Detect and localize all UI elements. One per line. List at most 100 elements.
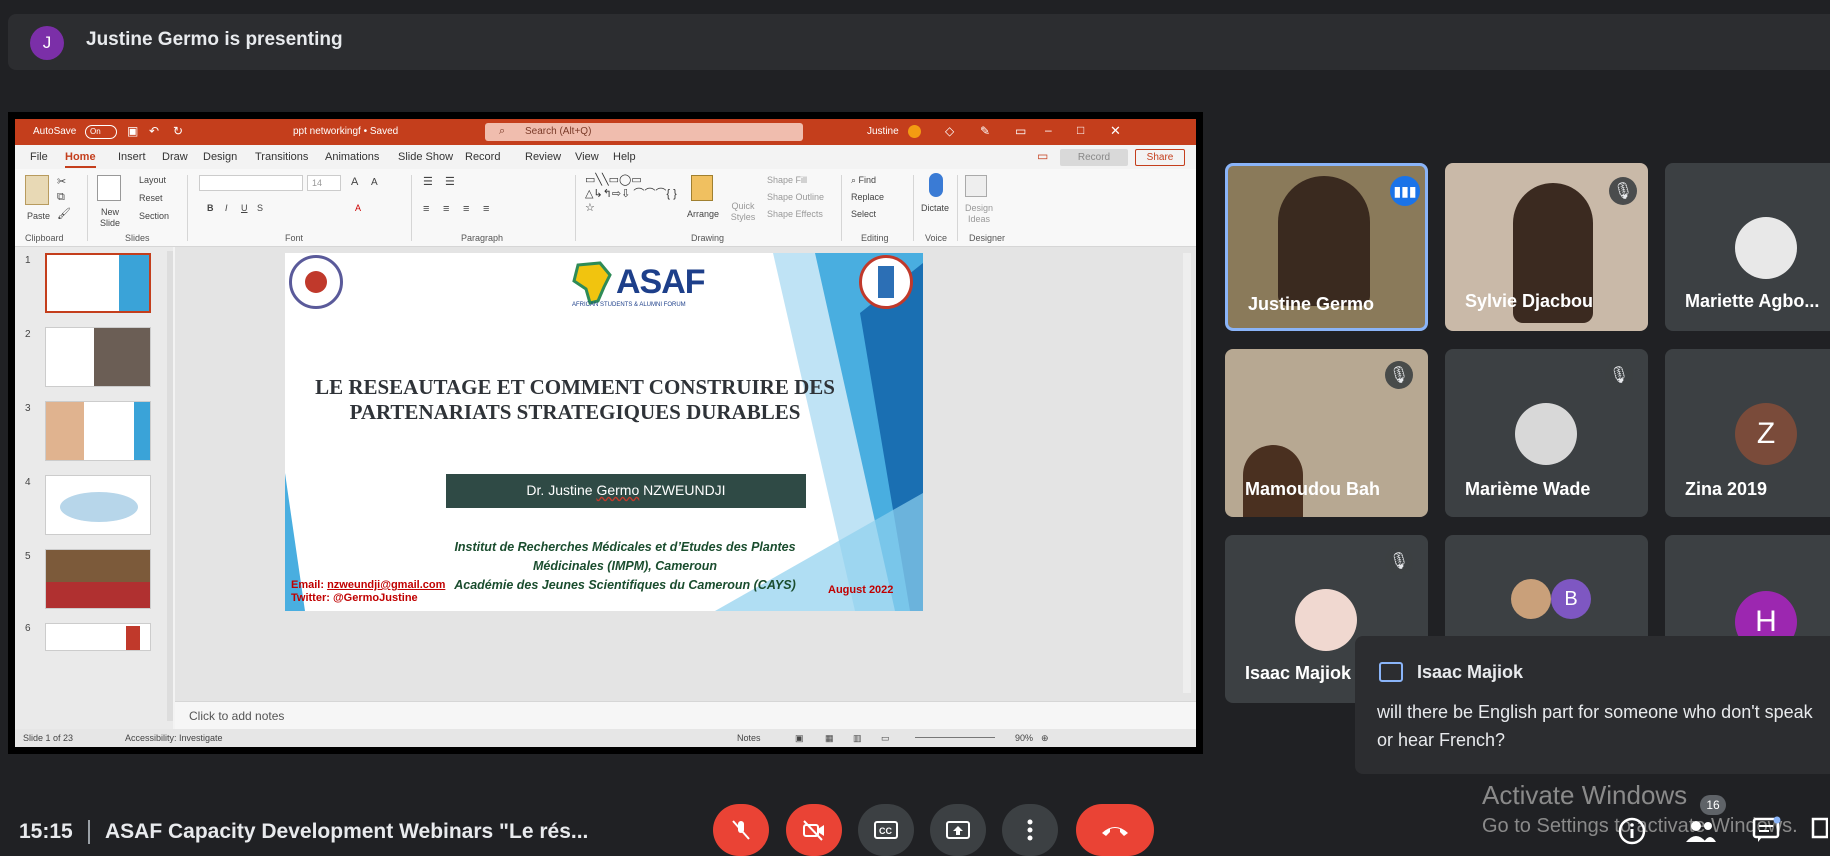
file-name[interactable]: ppt networkingf • Saved [293,126,398,137]
font-family-select[interactable] [199,175,303,191]
user-name[interactable]: Justine [867,126,899,137]
font-size-select[interactable]: 14 [307,175,341,191]
people-icon[interactable] [1684,818,1718,844]
normal-view-icon[interactable]: ▣ [795,733,804,744]
shape-effects-button[interactable]: Shape Effects [767,209,823,219]
participant-tile[interactable]: ▮▮▮ Justine Germo [1225,163,1428,331]
reading-view-icon[interactable]: ▥ [853,733,862,744]
bullets-icon[interactable]: ☰ [423,175,433,188]
align-right-icon[interactable]: ≡ [463,203,469,215]
participant-tile[interactable]: Z Zina 2019 [1665,349,1830,517]
comments-icon[interactable]: ▭ [1037,149,1048,163]
tab-design[interactable]: Design [203,151,237,163]
chat-notification[interactable]: Isaac Majiok will there be English part … [1355,636,1830,774]
tab-animations[interactable]: Animations [325,151,379,163]
tab-record[interactable]: Record [465,151,500,163]
minimize-icon[interactable]: – [1045,123,1052,137]
tab-draw[interactable]: Draw [162,151,188,163]
zoom-level[interactable]: 90% [1015,733,1033,743]
italic-icon[interactable]: I [225,203,228,213]
new-slide-label[interactable]: New Slide [95,207,125,229]
font-color-icon[interactable]: A [355,203,361,213]
captions-button[interactable]: CC [858,804,914,856]
slide-thumbnail[interactable] [45,549,151,609]
autosave-toggle[interactable]: On [85,125,117,139]
tab-home[interactable]: Home [65,151,96,168]
slide-thumbnail[interactable] [45,623,151,651]
mic-toggle-button[interactable] [713,804,769,856]
new-slide-icon[interactable] [97,175,121,201]
notes-toggle[interactable]: Notes [737,733,761,743]
save-icon[interactable]: ▣ [127,124,138,138]
slide-thumbnail[interactable] [45,253,151,313]
numbering-icon[interactable]: ☰ [445,175,455,188]
arrange-icon[interactable] [691,175,713,201]
decrease-font-icon[interactable]: A [371,177,378,188]
participant-tile[interactable]: Mariette Agbo... [1665,163,1830,331]
tab-review[interactable]: Review [525,151,561,163]
align-center-icon[interactable]: ≡ [443,203,449,215]
pen-icon[interactable]: ✎ [980,124,990,138]
accessibility-status[interactable]: Accessibility: Investigate [125,733,223,743]
slide-thumbnail[interactable] [45,401,151,461]
increase-font-icon[interactable]: A [351,176,358,188]
undo-icon[interactable]: ↶ [149,124,159,138]
design-ideas-icon[interactable] [965,175,987,197]
format-painter-icon[interactable]: 🖌 [57,207,71,220]
sorter-view-icon[interactable]: ▦ [825,733,834,744]
share-button[interactable]: Share [1135,149,1185,166]
leave-call-button[interactable] [1076,804,1154,856]
email-link[interactable]: nzweundji@gmail.com [327,579,445,591]
align-left-icon[interactable]: ≡ [423,203,429,215]
tab-file[interactable]: File [30,151,48,163]
participant-tile[interactable]: 🎙 Sylvie Djacbou [1445,163,1648,331]
paste-label[interactable]: Paste [27,211,50,221]
arrange-label[interactable]: Arrange [687,209,719,219]
thumbnail-scrollbar[interactable] [167,251,173,721]
paste-icon[interactable] [25,175,49,205]
participant-tile[interactable]: 🎙 Marième Wade [1445,349,1648,517]
cut-icon[interactable]: ✂ [57,175,66,188]
tab-insert[interactable]: Insert [118,151,146,163]
shape-outline-button[interactable]: Shape Outline [767,192,824,202]
redo-icon[interactable]: ↻ [173,124,183,138]
shapes-gallery[interactable]: ▭╲╲▭◯▭ △↳↰⇨⇩ ⌒⌒⌒{ }☆ [585,173,679,219]
present-button[interactable] [930,804,986,856]
shape-fill-button[interactable]: Shape Fill [767,175,807,185]
slideshow-view-icon[interactable]: ▭ [881,733,890,744]
participant-tile[interactable]: 🎙 Mamoudou Bah [1225,349,1428,517]
microphone-icon[interactable] [929,173,943,197]
find-button[interactable]: ⌕ Find [851,175,876,186]
dictate-label[interactable]: Dictate [921,203,949,213]
meeting-info-icon[interactable] [1617,816,1647,846]
tab-help[interactable]: Help [613,151,636,163]
fit-slide-icon[interactable]: ⊕ [1041,733,1049,744]
canvas-scrollbar[interactable] [1183,253,1191,693]
record-button[interactable]: Record [1060,149,1128,166]
bold-icon[interactable]: B [207,203,214,213]
close-icon[interactable]: ✕ [1110,123,1121,139]
current-slide[interactable]: ASAF AFRICAN STUDENTS & ALUMNI FORUM LE … [285,253,923,611]
diamond-icon[interactable]: ◇ [945,124,954,138]
ribbon-display-icon[interactable]: ▭ [1015,124,1026,138]
shadow-icon[interactable]: S [257,203,263,213]
zoom-slider[interactable] [915,737,995,738]
notes-pane[interactable]: Click to add notes [175,701,1196,729]
camera-toggle-button[interactable] [786,804,842,856]
replace-button[interactable]: Replace [851,192,884,202]
select-button[interactable]: Select [851,209,876,219]
more-options-button[interactable] [1002,804,1058,856]
tab-transitions[interactable]: Transitions [255,151,308,163]
slide-thumbnail[interactable] [45,475,151,535]
slide-thumbnail[interactable] [45,327,151,387]
tab-view[interactable]: View [575,151,599,163]
underline-icon[interactable]: U [241,203,248,213]
justify-icon[interactable]: ≡ [483,203,489,215]
layout-button[interactable]: Layout [139,175,166,185]
chat-icon[interactable] [1752,816,1782,844]
ppt-search-box[interactable]: ⌕ Search (Alt+Q) [485,123,803,141]
copy-icon[interactable]: ⧉ [57,191,65,204]
tab-slide-show[interactable]: Slide Show [398,151,453,163]
reset-button[interactable]: Reset [139,193,163,203]
activities-icon[interactable] [1810,816,1828,844]
